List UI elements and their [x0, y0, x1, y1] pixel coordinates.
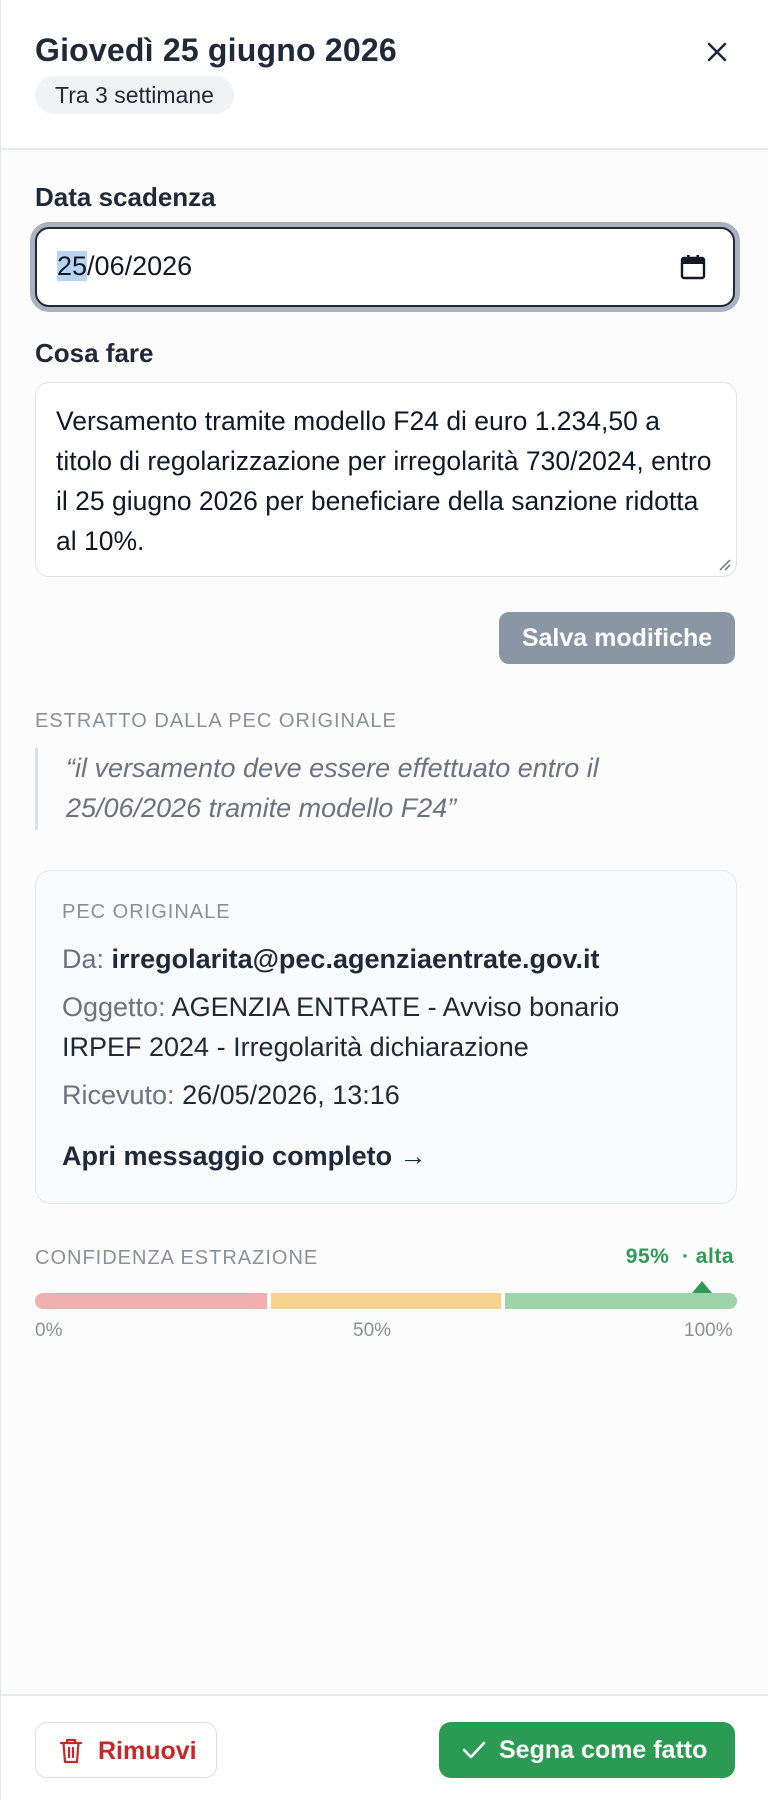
deadline-detail-panel: Giovedì 25 giugno 2026 Tra 3 settimane D…	[0, 0, 768, 1800]
pec-subject-label: Oggetto:	[62, 992, 166, 1022]
due-date-month-year: /06/2026	[87, 251, 193, 281]
remove-button[interactable]: Rimuovi	[35, 1722, 217, 1778]
tick-50: 50%	[353, 1320, 392, 1341]
panel-header: Giovedì 25 giugno 2026 Tra 3 settimane	[1, 0, 768, 150]
due-date-value: 25/06/2026	[57, 251, 192, 282]
mark-done-button[interactable]: Segna come fatto	[439, 1722, 735, 1778]
confidence-value: 95% · alta	[626, 1245, 734, 1269]
task-label: Cosa fare	[35, 338, 154, 368]
open-full-message-link[interactable]: Apri messaggio completo →	[62, 1141, 427, 1172]
pec-from-label: Da:	[62, 944, 105, 974]
confidence-heading: CONFIDENZA ESTRAZIONE	[35, 1247, 319, 1269]
trash-icon	[59, 1738, 83, 1764]
relative-time-badge: Tra 3 settimane	[35, 76, 234, 114]
close-icon[interactable]	[701, 36, 733, 68]
pec-received: Ricevuto: 26/05/2026, 13:16	[62, 1075, 400, 1115]
pec-heading: PEC ORIGINALE	[62, 901, 231, 923]
pec-subject: Oggetto: AGENZIA ENTRATE - Avviso bonari…	[62, 987, 702, 1067]
panel-footer: Rimuovi Segna come fatto	[1, 1694, 768, 1800]
pec-from: Da: irregolarita@pec.agenziaentrate.gov.…	[62, 939, 600, 979]
check-icon	[462, 1741, 486, 1759]
confidence-bar-medium	[271, 1293, 501, 1309]
tick-100: 100%	[684, 1320, 733, 1341]
original-pec-card: PEC ORIGINALE Da: irregolarita@pec.agenz…	[35, 870, 737, 1204]
due-date-day: 25	[57, 251, 88, 281]
excerpt-heading: ESTRATTO DALLA PEC ORIGINALE	[35, 710, 397, 732]
page-title: Giovedì 25 giugno 2026	[35, 32, 397, 68]
calendar-icon[interactable]	[679, 253, 707, 281]
confidence-marker	[691, 1281, 712, 1293]
confidence-percent: 95%	[625, 1245, 670, 1268]
task-textarea[interactable]: Versamento tramite modello F24 di euro 1…	[35, 382, 737, 577]
excerpt-quote: “il versamento deve essere effettuato en…	[35, 748, 725, 830]
remove-label: Rimuovi	[98, 1737, 197, 1765]
due-date-input[interactable]: 25/06/2026	[35, 227, 735, 307]
task-text: Versamento tramite modello F24 di euro 1…	[56, 406, 712, 556]
pec-received-label: Ricevuto:	[62, 1080, 175, 1110]
confidence-bar-high	[505, 1293, 737, 1309]
resize-handle-icon[interactable]	[716, 556, 732, 572]
confidence-level: · alta	[681, 1245, 734, 1268]
pec-from-value: irregolarita@pec.agenziaentrate.gov.it	[111, 944, 600, 974]
tick-0: 0%	[35, 1320, 63, 1341]
save-changes-button[interactable]: Salva modifiche	[499, 612, 735, 664]
due-date-label: Data scadenza	[35, 182, 216, 212]
pec-received-value: 26/05/2026, 13:16	[182, 1080, 400, 1110]
mark-done-label: Segna come fatto	[499, 1736, 708, 1764]
confidence-bar-low	[35, 1293, 267, 1309]
